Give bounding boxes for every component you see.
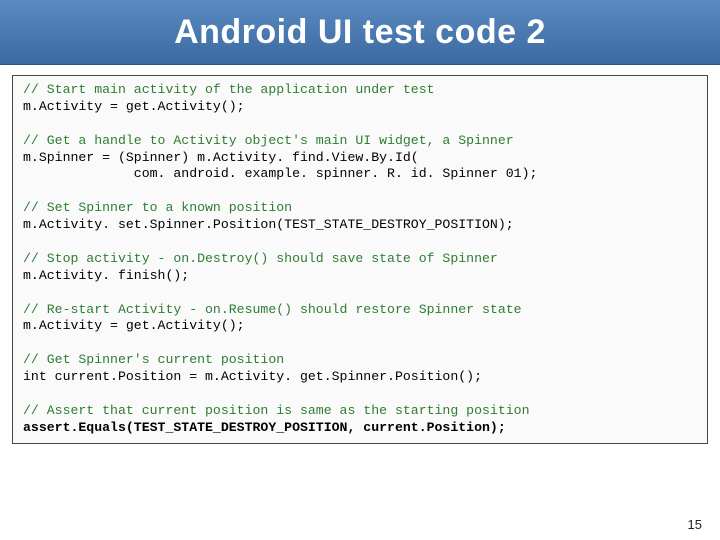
code-line: int current.Position = m.Activity. get.S… bbox=[23, 369, 482, 384]
page-number: 15 bbox=[688, 517, 702, 532]
code-block: // Start main activity of the applicatio… bbox=[12, 75, 708, 444]
code-comment: // Start main activity of the applicatio… bbox=[23, 82, 435, 97]
slide-title: Android UI test code 2 bbox=[174, 13, 546, 52]
code-comment: // Assert that current position is same … bbox=[23, 403, 529, 418]
title-bar: Android UI test code 2 bbox=[0, 0, 720, 65]
code-line: m.Activity. finish(); bbox=[23, 268, 189, 283]
code-comment: // Re-start Activity - on.Resume() shoul… bbox=[23, 302, 522, 317]
slide: Android UI test code 2 // Start main act… bbox=[0, 0, 720, 540]
code-comment: // Get Spinner's current position bbox=[23, 352, 284, 367]
code-line-assert: assert.Equals(TEST_STATE_DESTROY_POSITIO… bbox=[23, 420, 506, 435]
code-line: m.Activity = get.Activity(); bbox=[23, 99, 245, 114]
code-comment: // Set Spinner to a known position bbox=[23, 200, 292, 215]
code-line: m.Activity. set.Spinner.Position(TEST_ST… bbox=[23, 217, 514, 232]
code-line: m.Activity = get.Activity(); bbox=[23, 318, 245, 333]
code-line: com. android. example. spinner. R. id. S… bbox=[23, 166, 537, 181]
code-comment: // Get a handle to Activity object's mai… bbox=[23, 133, 514, 148]
code-comment: // Stop activity - on.Destroy() should s… bbox=[23, 251, 498, 266]
code-line: m.Spinner = (Spinner) m.Activity. find.V… bbox=[23, 150, 419, 165]
